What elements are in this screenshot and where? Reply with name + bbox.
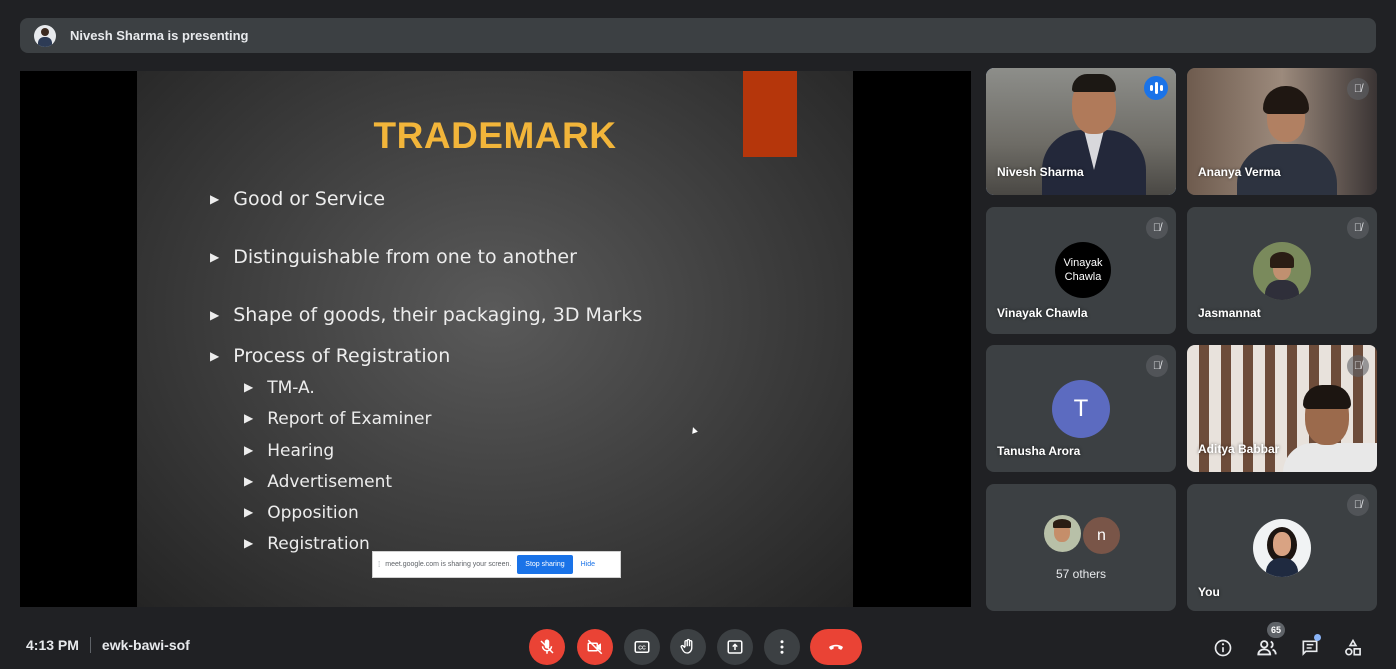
avatar: T	[1052, 380, 1110, 438]
hang-up-icon	[829, 644, 843, 650]
more-options-button[interactable]	[764, 629, 800, 665]
mic-muted-icon: 🎙̸	[1347, 355, 1369, 377]
screen-share-notification: ⁞ meet.google.com is sharing your screen…	[372, 551, 621, 578]
participant-name: Jasmannat	[1198, 306, 1261, 320]
raise-hand-button[interactable]	[670, 629, 706, 665]
avatar: n	[1081, 515, 1122, 556]
mic-muted-icon: 🎙̸	[1146, 217, 1168, 239]
slide-bullet: ▶ Shape of goods, their packaging, 3D Mar…	[210, 304, 643, 326]
divider	[89, 637, 91, 653]
meeting-time: 4:13 PM	[26, 637, 79, 653]
meeting-code[interactable]: ewk-bawi-sof	[102, 637, 190, 653]
share-message: meet.google.com is sharing your screen.	[385, 561, 512, 568]
participant-tile-vinayak-chawla[interactable]: 🎙̸ Vinayak Chawla Vinayak Chawla	[986, 207, 1176, 334]
slide-sub-bullet: ▶ Registration	[244, 534, 370, 554]
participant-tile-jasmannat[interactable]: 🎙̸ Jasmannat	[1187, 207, 1377, 334]
slide-title: TRADEMARK	[373, 115, 617, 156]
participant-name: Ananya Verma	[1198, 165, 1281, 179]
avatar	[1044, 515, 1081, 552]
participant-name: You	[1198, 585, 1220, 599]
slide-bullet: ▶ Good or Service	[210, 188, 386, 210]
participant-name: Nivesh Sharma	[997, 165, 1084, 179]
mic-off-button[interactable]	[529, 629, 565, 665]
mic-muted-icon: 🎙̸	[1347, 78, 1369, 100]
avatar	[1253, 519, 1311, 577]
people-icon	[1257, 640, 1277, 656]
camera-off-button[interactable]	[577, 629, 613, 665]
people-button[interactable]	[1255, 636, 1279, 660]
participant-name: Aditya Babbar	[1198, 442, 1280, 456]
meeting-info: 4:13 PM ewk-bawi-sof	[26, 637, 190, 653]
mic-muted-icon: 🎙̸	[1347, 217, 1369, 239]
stop-sharing-button[interactable]: Stop sharing	[517, 555, 573, 574]
presentation-slide: TRADEMARK ▶ Good or Service ▶ Distinguisha…	[137, 71, 853, 607]
slide-bullet: ▶ Process of Registration	[210, 345, 451, 367]
activities-icon	[1345, 638, 1361, 656]
avatar	[1253, 242, 1311, 300]
mic-muted-icon: 🎙̸	[1347, 494, 1369, 516]
presenter-avatar	[34, 24, 56, 47]
avatar: Vinayak Chawla	[1055, 242, 1111, 298]
present-now-icon	[727, 640, 743, 654]
participant-tile-you[interactable]: 🎙̸ You	[1187, 484, 1377, 611]
more-options-icon	[780, 640, 784, 654]
participant-name: Vinayak Chawla	[997, 306, 1088, 320]
chat-notification-dot	[1314, 634, 1321, 641]
participant-tile-nivesh-sharma[interactable]: Nivesh Sharma	[986, 68, 1176, 195]
shared-screen: TRADEMARK ▶ Good or Service ▶ Distinguisha…	[20, 71, 971, 607]
slide-sub-bullet: ▶ TM-A.	[244, 378, 315, 398]
slide-sub-bullet: ▶ Report of Examiner	[244, 409, 432, 429]
info-icon	[1214, 639, 1232, 657]
participant-count-badge: 65	[1267, 622, 1285, 638]
slide-sub-bullet: ▶ Hearing	[244, 441, 335, 461]
captions-button[interactable]: CC	[624, 629, 660, 665]
camera-off-icon	[587, 639, 603, 655]
captions-icon: CC	[634, 641, 650, 653]
speaking-indicator-icon	[1144, 76, 1168, 100]
slide-sub-bullet: ▶ Advertisement	[244, 472, 393, 492]
mic-off-icon	[540, 639, 554, 654]
chat-icon	[1302, 640, 1318, 656]
meeting-details-button[interactable]	[1211, 636, 1235, 660]
mic-muted-icon: 🎙̸	[1146, 355, 1168, 377]
others-tile[interactable]: n 57 others	[986, 484, 1176, 611]
drag-handle-icon[interactable]: ⁞	[378, 560, 380, 569]
leave-call-button[interactable]	[810, 629, 862, 665]
raise-hand-icon	[680, 638, 693, 654]
participant-tile-ananya-verma[interactable]: 🎙̸ Ananya Verma	[1187, 68, 1377, 195]
svg-text:CC: CC	[638, 646, 646, 652]
slide-bullet: ▶ Distinguishable from one to another	[210, 246, 577, 268]
activities-button[interactable]	[1341, 636, 1365, 660]
participant-tile-tanusha-arora[interactable]: 🎙̸ T Tanusha Arora	[986, 345, 1176, 472]
slide-sub-bullet: ▶ Opposition	[244, 503, 359, 523]
hide-button[interactable]: Hide	[581, 561, 595, 568]
present-now-button[interactable]	[717, 629, 753, 665]
presenting-text: Nivesh Sharma is presenting	[70, 28, 249, 43]
participant-name: Tanusha Arora	[997, 444, 1081, 458]
participant-tile-aditya-babbar[interactable]: 🎙̸ Aditya Babbar	[1187, 345, 1377, 472]
presenting-banner: Nivesh Sharma is presenting	[20, 18, 1376, 53]
others-count: 57 others	[1055, 567, 1107, 581]
